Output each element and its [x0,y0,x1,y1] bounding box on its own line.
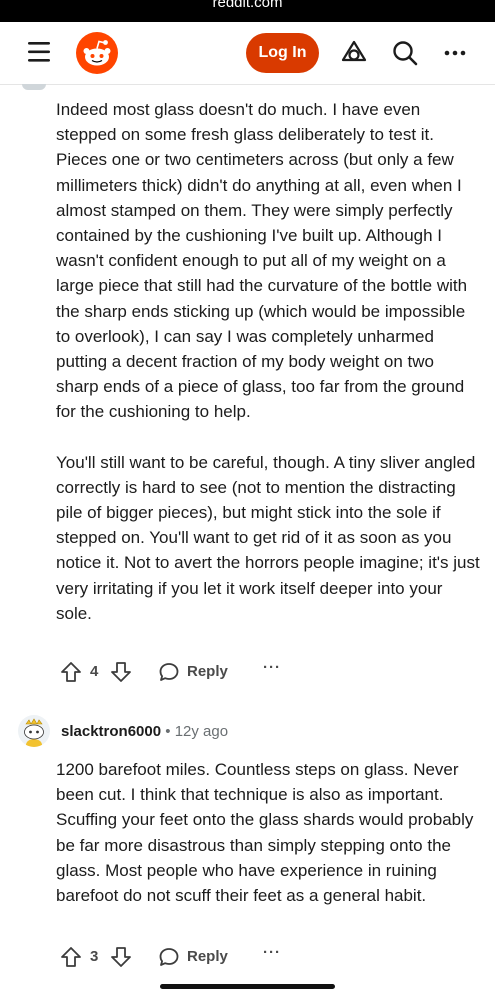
login-button[interactable]: Log In [246,33,319,73]
url-label: reddit.com [212,0,283,11]
downvote-icon[interactable] [110,946,132,968]
reply-button[interactable]: Reply [187,663,228,680]
comment-author[interactable]: slacktron6000 [61,723,161,740]
more-icon[interactable] [442,39,470,67]
comment-actions: 3 Reply ··· [56,942,316,972]
reddit-logo[interactable] [76,32,118,74]
top-header: Log In [0,22,495,85]
reply-icon[interactable] [158,946,180,968]
vote-score: 3 [90,948,99,965]
downvote-icon[interactable] [110,661,132,683]
status-bar: reddit.com [0,0,495,22]
search-icon[interactable] [391,39,419,67]
reply-button[interactable]: Reply [187,948,228,965]
comment-paragraph: 1200 barefoot miles. Countless steps on … [56,760,474,906]
reply-icon[interactable] [158,661,180,683]
avatar [22,84,46,90]
advertise-icon[interactable] [340,39,368,67]
comment-actions: 4 Reply ··· [56,657,316,687]
upvote-icon[interactable] [60,946,82,968]
comment-body: Indeed most glass doesn't do much. I hav… [56,97,481,626]
snoo-avatar-icon [24,718,44,747]
menu-icon[interactable] [26,40,54,64]
comment-paragraph: You'll still want to be careful, though.… [56,452,480,623]
home-indicator[interactable] [160,984,335,989]
vote-score: 4 [90,663,99,680]
comment-more-button[interactable]: ··· [263,944,281,961]
separator: • [165,723,171,740]
comment-more-button[interactable]: ··· [263,659,281,676]
comment-body: 1200 barefoot miles. Countless steps on … [56,757,481,908]
comment-author-line: slacktron6000 • 12y ago [61,723,228,740]
comment-paragraph: Indeed most glass doesn't do much. I hav… [56,100,468,422]
upvote-icon[interactable] [60,661,82,683]
avatar[interactable] [18,715,50,747]
comment-age: 12y ago [174,723,229,740]
